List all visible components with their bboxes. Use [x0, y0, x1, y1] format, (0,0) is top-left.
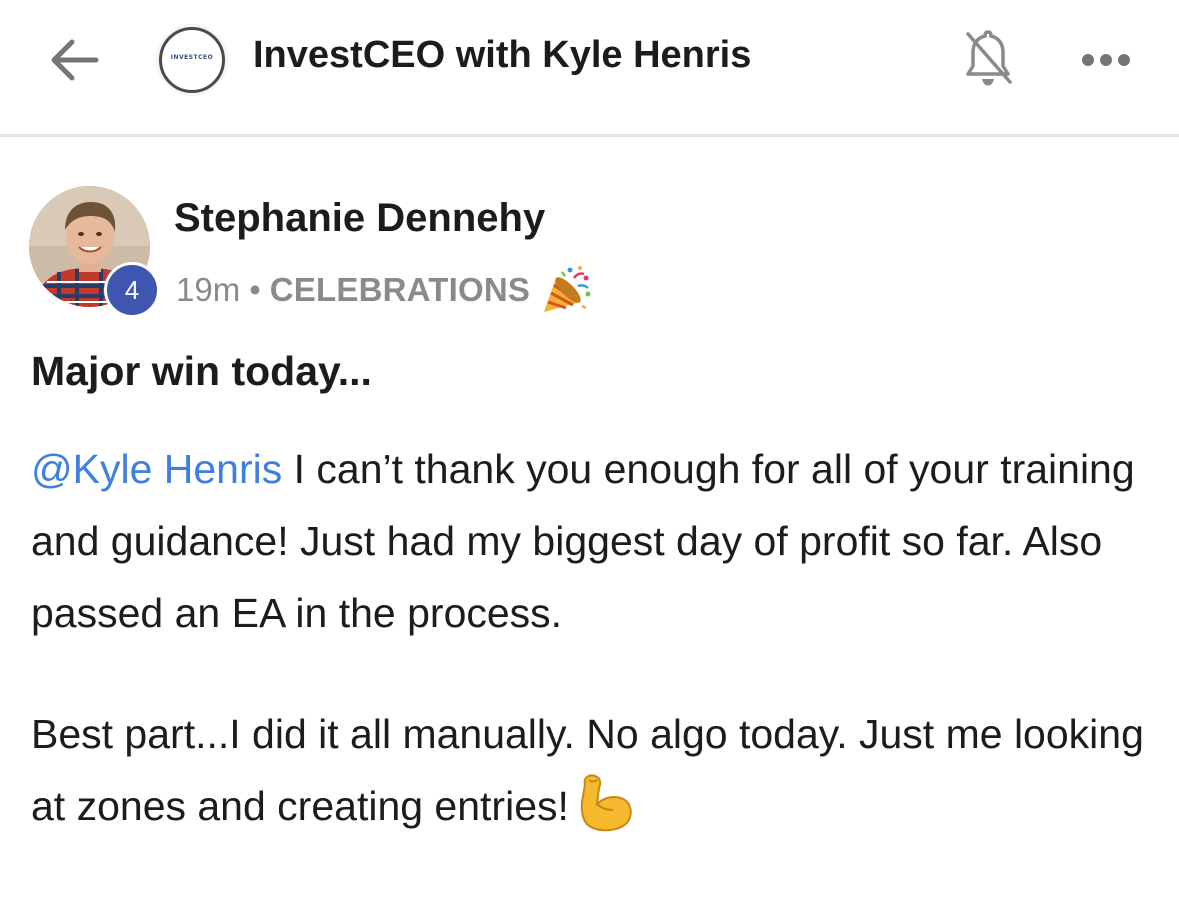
post-body-paragraph-2: Best part...I did it all manually. No al… [31, 698, 1151, 842]
meta-separator: • [249, 271, 261, 308]
more-options-button[interactable] [1078, 46, 1138, 74]
flexed-biceps-icon [580, 774, 632, 832]
post-category[interactable]: CELEBRATIONS [270, 271, 530, 309]
back-button[interactable] [46, 34, 102, 86]
top-app-bar: INVESTCEO InvestCEO with Kyle Henris [0, 0, 1179, 137]
notifications-button[interactable] [958, 26, 1018, 92]
arrow-left-icon [51, 39, 99, 81]
author-name[interactable]: Stephanie Dennehy [174, 196, 545, 241]
more-horizontal-icon [1082, 54, 1130, 66]
bell-off-icon [966, 30, 1012, 86]
post-title: Major win today... [31, 348, 372, 394]
post-meta: 19m • CELEBRATIONS [176, 264, 594, 316]
group-logo-text: INVESTCEO [170, 54, 214, 61]
mention-link[interactable]: @Kyle Henris [31, 446, 282, 492]
post-body-paragraph-1: @Kyle Henris I can’t thank you enough fo… [31, 433, 1151, 649]
post-time: 19m [176, 271, 241, 308]
party-popper-icon [544, 266, 591, 312]
group-title[interactable]: InvestCEO with Kyle Henris [253, 34, 751, 77]
group-logo[interactable]: INVESTCEO [156, 24, 228, 96]
member-level-badge: 4 [104, 262, 160, 318]
